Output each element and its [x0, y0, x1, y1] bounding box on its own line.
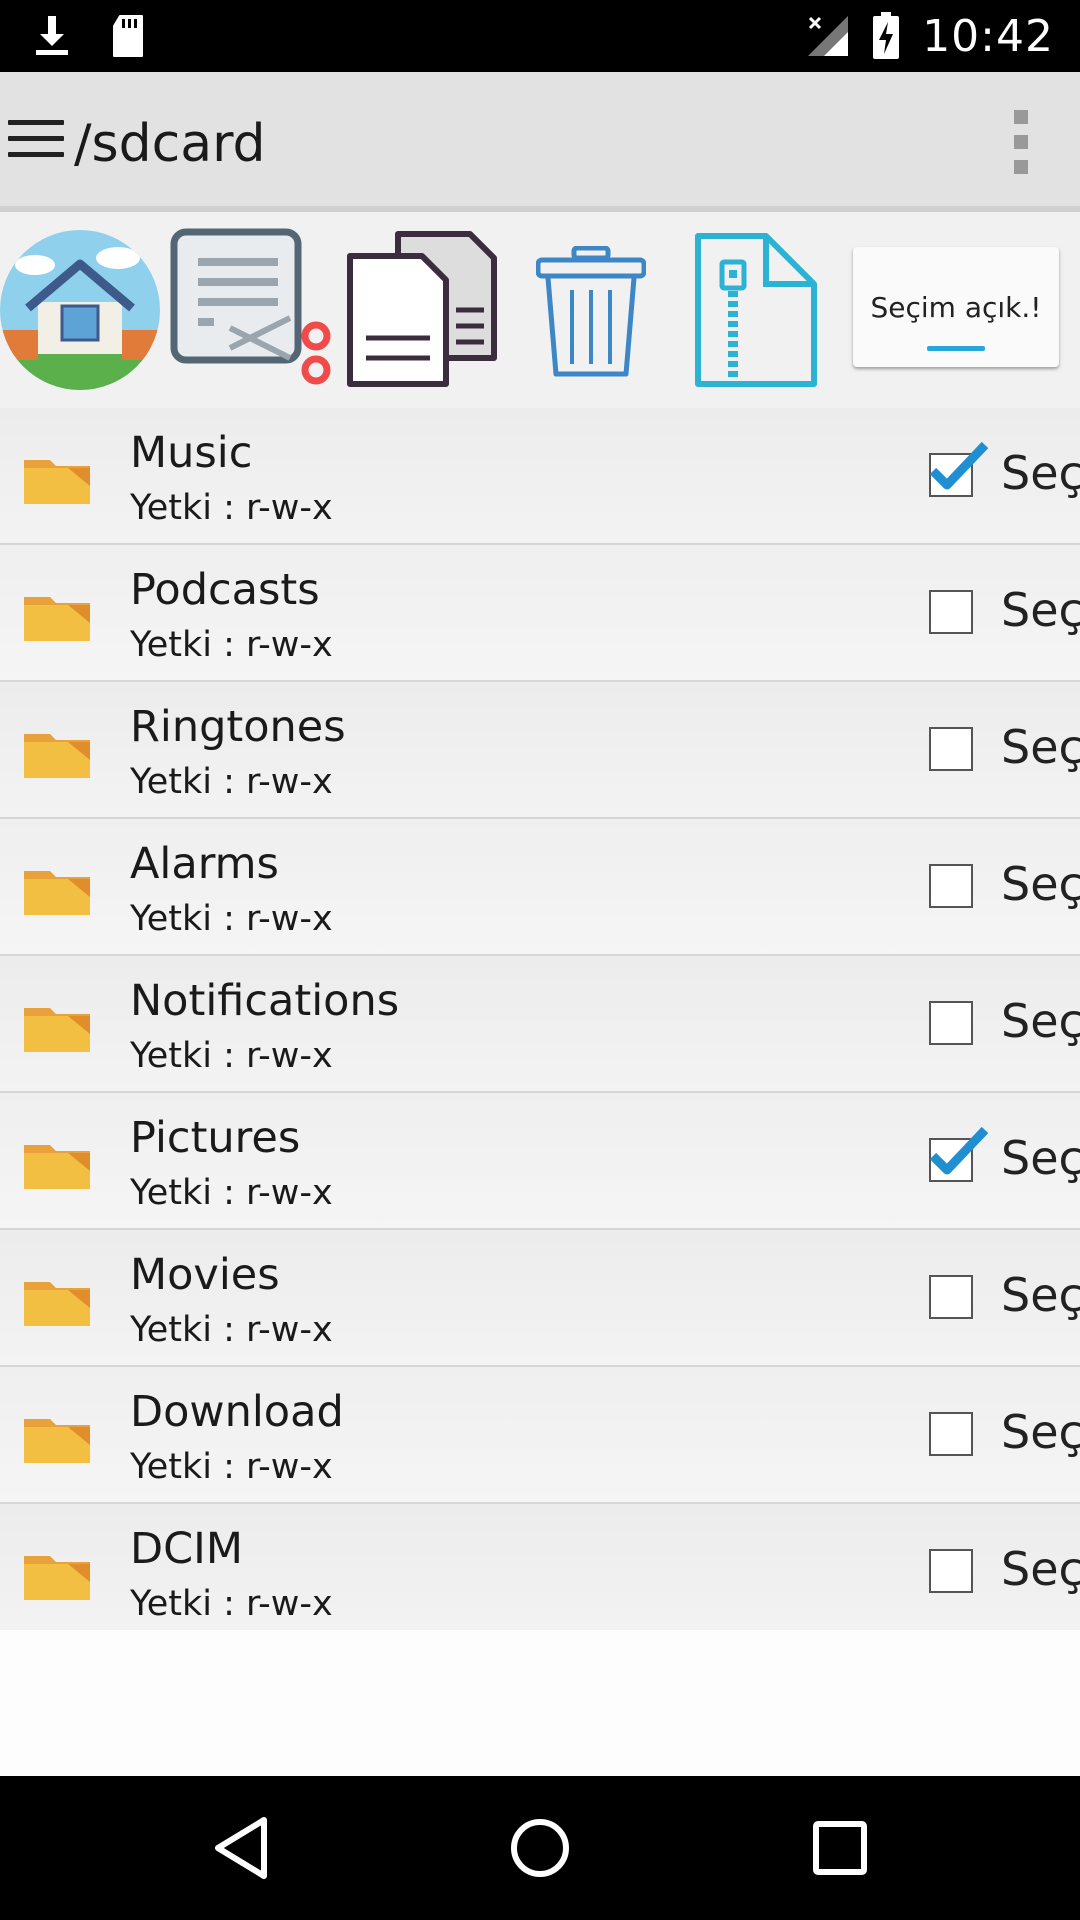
list-empty-area	[0, 1630, 1080, 1776]
home-icon[interactable]	[0, 230, 160, 390]
folder-name: Download	[130, 1387, 344, 1437]
signal-off-icon	[808, 16, 849, 56]
home-circle-icon[interactable]	[508, 1816, 572, 1880]
status-bar: 10:42	[0, 0, 1080, 72]
select-checkbox[interactable]	[929, 1275, 973, 1319]
list-item[interactable]: Ringtones Yetki : r-w-x Seç	[0, 682, 1080, 819]
delete-icon[interactable]	[536, 246, 646, 378]
folder-icon	[24, 734, 90, 778]
back-icon[interactable]	[210, 1816, 274, 1880]
folder-name: Ringtones	[130, 702, 346, 752]
navigation-bar	[0, 1776, 1080, 1920]
select-checkbox[interactable]	[929, 1126, 989, 1182]
list-item[interactable]: Notifications Yetki : r-w-x Seç	[0, 956, 1080, 1093]
battery-charging-icon	[873, 12, 900, 59]
folder-icon	[24, 1282, 90, 1326]
select-checkbox-label: Seç	[1001, 583, 1080, 637]
folder-name: Notifications	[130, 976, 400, 1026]
sd-card-icon	[113, 15, 143, 57]
folder-name: Alarms	[130, 839, 279, 889]
folder-icon	[24, 1419, 90, 1463]
select-checkbox[interactable]	[929, 727, 973, 771]
folder-permission: Yetki : r-w-x	[130, 762, 333, 802]
overflow-menu-icon[interactable]	[1006, 110, 1036, 176]
folder-icon	[24, 871, 90, 915]
list-item[interactable]: Movies Yetki : r-w-x Seç	[0, 1230, 1080, 1367]
folder-icon	[24, 597, 90, 641]
select-checkbox-label: Seç	[1001, 857, 1080, 911]
select-checkbox-label: Seç	[1001, 1268, 1080, 1322]
folder-permission: Yetki : r-w-x	[130, 899, 333, 939]
select-checkbox-label: Seç	[1001, 994, 1080, 1048]
folder-icon	[24, 1556, 90, 1600]
zip-icon[interactable]	[692, 232, 820, 392]
file-list: Music Yetki : r-w-x Seç Podcasts Yetki : r-w…	[0, 408, 1080, 1641]
folder-name: Pictures	[130, 1113, 301, 1163]
folder-permission: Yetki : r-w-x	[130, 1584, 333, 1624]
hamburger-menu-icon[interactable]	[8, 120, 64, 164]
folder-permission: Yetki : r-w-x	[130, 1036, 333, 1076]
folder-name: Music	[130, 428, 253, 478]
select-checkbox-label: Seç	[1001, 1542, 1080, 1596]
folder-name: Podcasts	[130, 565, 320, 615]
list-item[interactable]: Pictures Yetki : r-w-x Seç	[0, 1093, 1080, 1230]
select-checkbox-label: Seç	[1001, 1131, 1080, 1185]
action-toolbar: Seçim açık.!	[0, 212, 1080, 408]
select-checkbox-label: Seç	[1001, 1405, 1080, 1459]
list-item[interactable]: Podcasts Yetki : r-w-x Seç	[0, 545, 1080, 682]
select-checkbox[interactable]	[929, 1412, 973, 1456]
folder-permission: Yetki : r-w-x	[130, 1310, 333, 1350]
recents-icon[interactable]	[808, 1816, 872, 1880]
clock: 10:42	[922, 10, 1054, 62]
select-checkbox-label: Seç	[1001, 720, 1080, 774]
app-bar: /sdcard	[0, 72, 1080, 212]
select-checkbox[interactable]	[929, 1549, 973, 1593]
folder-name: DCIM	[130, 1524, 243, 1574]
current-path-title: /sdcard	[74, 114, 266, 174]
folder-icon	[24, 1008, 90, 1052]
list-item[interactable]: Download Yetki : r-w-x Seç	[0, 1367, 1080, 1504]
folder-permission: Yetki : r-w-x	[130, 1447, 333, 1487]
folder-icon	[24, 460, 90, 504]
selection-indicator	[927, 346, 985, 351]
select-checkbox[interactable]	[929, 441, 989, 497]
checkmark-icon	[929, 1126, 989, 1175]
list-item[interactable]: Alarms Yetki : r-w-x Seç	[0, 819, 1080, 956]
folder-permission: Yetki : r-w-x	[130, 1173, 333, 1213]
cut-icon[interactable]	[170, 228, 334, 392]
select-checkbox[interactable]	[929, 1001, 973, 1045]
select-checkbox[interactable]	[929, 864, 973, 908]
folder-permission: Yetki : r-w-x	[130, 488, 333, 528]
folder-icon	[24, 1145, 90, 1189]
folder-permission: Yetki : r-w-x	[130, 625, 333, 665]
list-item[interactable]: Music Yetki : r-w-x Seç	[0, 408, 1080, 545]
list-item[interactable]: DCIM Yetki : r-w-x Seç	[0, 1504, 1080, 1641]
download-icon	[36, 16, 68, 55]
selection-mode-button[interactable]: Seçim açık.!	[853, 247, 1059, 367]
copy-icon[interactable]	[346, 230, 498, 390]
checkmark-icon	[929, 441, 989, 490]
selection-mode-label: Seçim açık.!	[870, 290, 1042, 324]
folder-name: Movies	[130, 1250, 280, 1300]
select-checkbox-label: Seç	[1001, 446, 1080, 500]
select-checkbox[interactable]	[929, 590, 973, 634]
